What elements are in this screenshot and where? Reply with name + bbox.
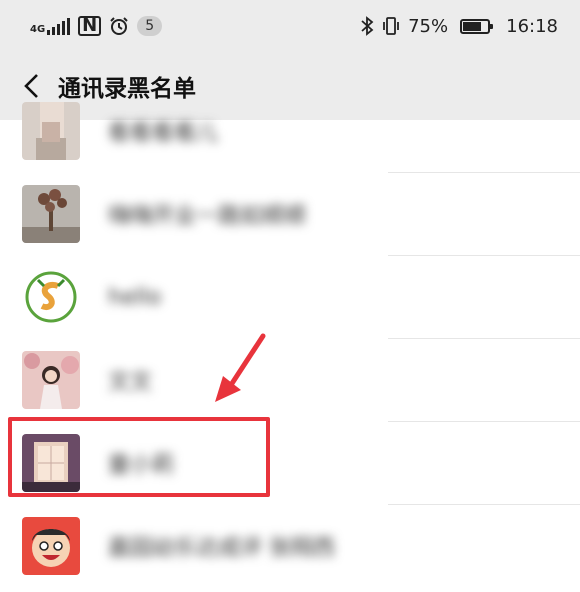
status-right: 75% 16:18 — [360, 16, 558, 37]
contact-name: hello — [108, 284, 162, 310]
battery-icon — [460, 18, 494, 34]
signal-icon — [47, 17, 71, 35]
network-indicator: 4G — [30, 17, 71, 35]
alarm-icon — [110, 17, 128, 35]
status-left: 4G N 5 — [30, 16, 163, 36]
battery-percent: 75% — [408, 15, 449, 37]
contact-name: 看看看看儿 — [108, 121, 219, 146]
contact-name: 文文 — [108, 370, 153, 395]
highlight-box — [8, 417, 270, 497]
clock: 16:18 — [506, 15, 558, 37]
avatar — [22, 102, 80, 160]
avatar — [22, 268, 80, 326]
avatar — [22, 517, 80, 575]
vibrate-icon — [383, 17, 400, 35]
notification-badge: 5 — [137, 16, 163, 36]
avatar — [22, 351, 80, 409]
contact-name: 嗨嗨开业一路如顺顺 — [108, 204, 307, 229]
list-item[interactable]: 文文 — [0, 339, 580, 421]
nfc-icon: N — [78, 16, 102, 36]
contact-name: 嘉园幼乐达成评 张翔西 — [108, 536, 335, 561]
list-item[interactable]: hello — [0, 256, 580, 338]
list-item[interactable]: 嗨嗨开业一路如顺顺 — [0, 173, 580, 255]
bluetooth-icon — [361, 16, 374, 36]
arrow-pointer-icon — [215, 333, 266, 402]
list-item[interactable]: 嘉园幼乐达成评 张翔西 — [0, 505, 580, 587]
avatar — [22, 185, 80, 243]
list-item[interactable]: 看看看看儿 — [0, 90, 580, 172]
network-type: 4G — [30, 24, 46, 35]
status-bar: 4G N 5 75% 16:18 — [0, 0, 580, 52]
